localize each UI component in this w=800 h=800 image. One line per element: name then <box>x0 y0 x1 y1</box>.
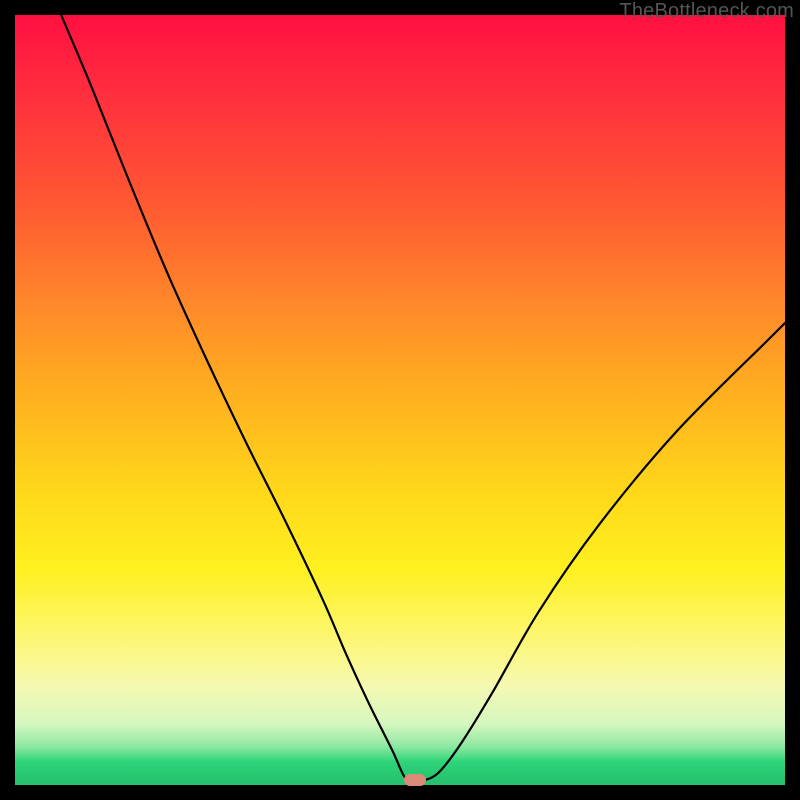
curve-layer <box>15 15 785 785</box>
plot-area <box>15 15 785 785</box>
bottleneck-curve <box>61 15 785 781</box>
optimal-point-marker <box>404 774 426 786</box>
chart-stage: TheBottleneck.com <box>0 0 800 800</box>
watermark-text: TheBottleneck.com <box>619 0 794 23</box>
